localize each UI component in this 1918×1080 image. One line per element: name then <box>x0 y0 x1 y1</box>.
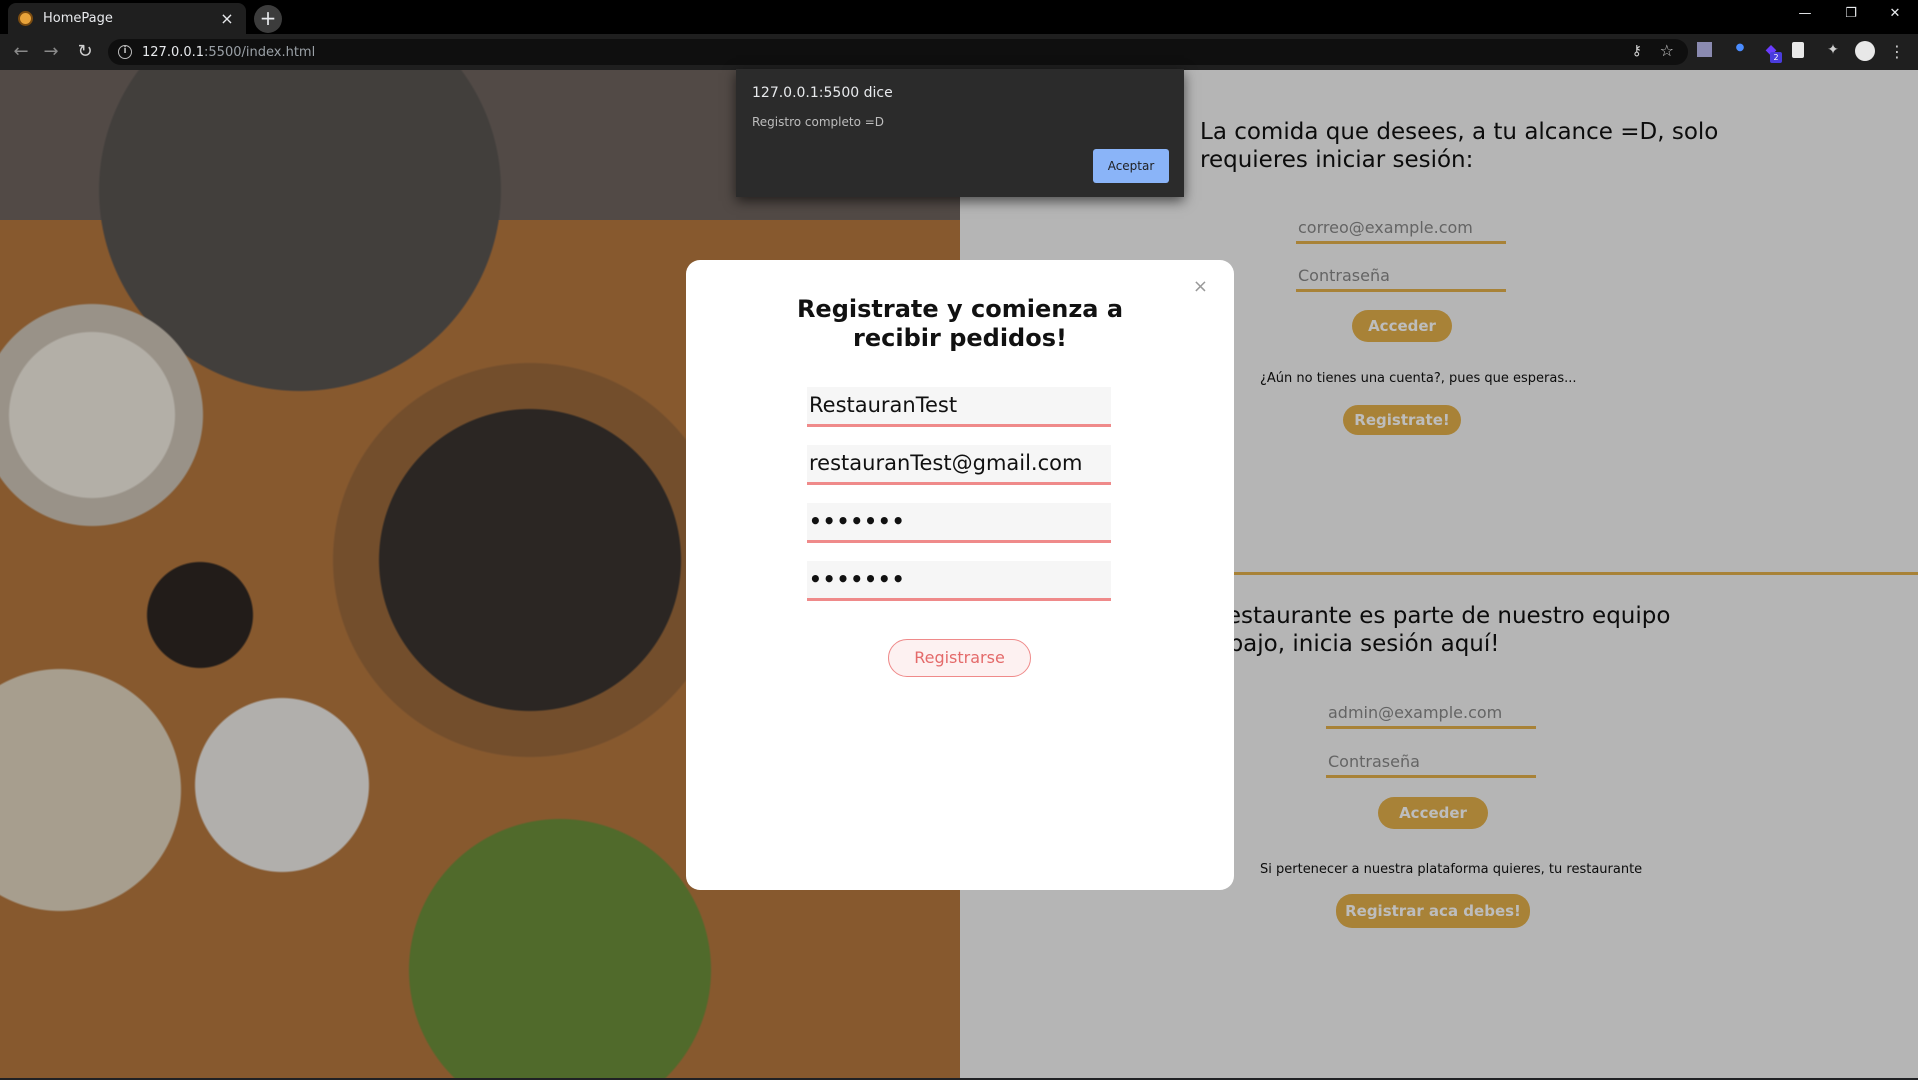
modal-close-icon[interactable]: × <box>1193 276 1208 297</box>
site-info-icon[interactable]: i <box>118 45 132 59</box>
extension-file-icon[interactable] <box>1792 42 1804 58</box>
key-icon[interactable]: ⚷ <box>1632 43 1642 59</box>
modal-title-line2: recibir pedidos! <box>853 324 1067 352</box>
modal-title-line1: Registrate y comienza a <box>796 295 1124 323</box>
modal-title: Registrate y comienza a recibir pedidos! <box>686 295 1234 353</box>
menu-dots-icon[interactable]: ⋮ <box>1888 42 1906 61</box>
alert-message: Registro completo =D <box>752 115 885 129</box>
register-modal: × Registrate y comienza a recibir pedido… <box>686 260 1234 890</box>
profile-avatar[interactable] <box>1855 41 1875 61</box>
alert-title: 127.0.0.1:5500 dice <box>752 85 893 101</box>
forward-icon[interactable]: → <box>40 41 62 62</box>
extension-square-icon[interactable] <box>1697 42 1712 57</box>
reload-icon[interactable]: ↻ <box>74 41 96 62</box>
register-submit-button[interactable]: Registrarse <box>888 639 1031 677</box>
alert-accept-button[interactable]: Aceptar <box>1093 149 1169 183</box>
restaurant-email-field[interactable]: restauranTest@gmail.com <box>807 445 1111 485</box>
url-path: :5500/index.html <box>204 44 316 60</box>
browser-tab[interactable]: HomePage × <box>8 3 246 34</box>
extension-dot-icon[interactable]: ● <box>1731 42 1749 60</box>
tab-close-icon[interactable]: × <box>218 9 236 28</box>
tab-strip: HomePage × + — ❐ ✕ <box>0 0 1918 34</box>
back-icon[interactable]: ← <box>10 41 32 62</box>
browser-toolbar: ← → ↻ i 127.0.0.1:5500/index.html ⚷ ☆ <box>0 34 1918 70</box>
password-field[interactable]: ••••••• <box>807 503 1111 543</box>
extensions-puzzle-icon[interactable]: ✦ <box>1824 42 1842 60</box>
favicon-icon <box>18 11 33 26</box>
url-host: 127.0.0.1 <box>142 44 205 60</box>
restore-icon[interactable]: ❐ <box>1828 0 1874 30</box>
restaurant-name-field[interactable]: RestauranTest <box>807 387 1111 427</box>
address-bar[interactable]: i 127.0.0.1:5500/index.html ⚷ ☆ <box>108 39 1688 65</box>
bookmark-star-icon[interactable]: ☆ <box>1660 41 1674 60</box>
window-close-icon[interactable]: ✕ <box>1872 0 1918 30</box>
new-tab-button[interactable]: + <box>254 5 282 33</box>
confirm-password-field[interactable]: ••••••• <box>807 561 1111 601</box>
extension-badge: 2 <box>1770 52 1782 63</box>
minimize-icon[interactable]: — <box>1782 0 1828 30</box>
alert-dialog: 127.0.0.1:5500 dice Registro completo =D… <box>736 69 1184 197</box>
tab-title: HomePage <box>43 11 113 26</box>
